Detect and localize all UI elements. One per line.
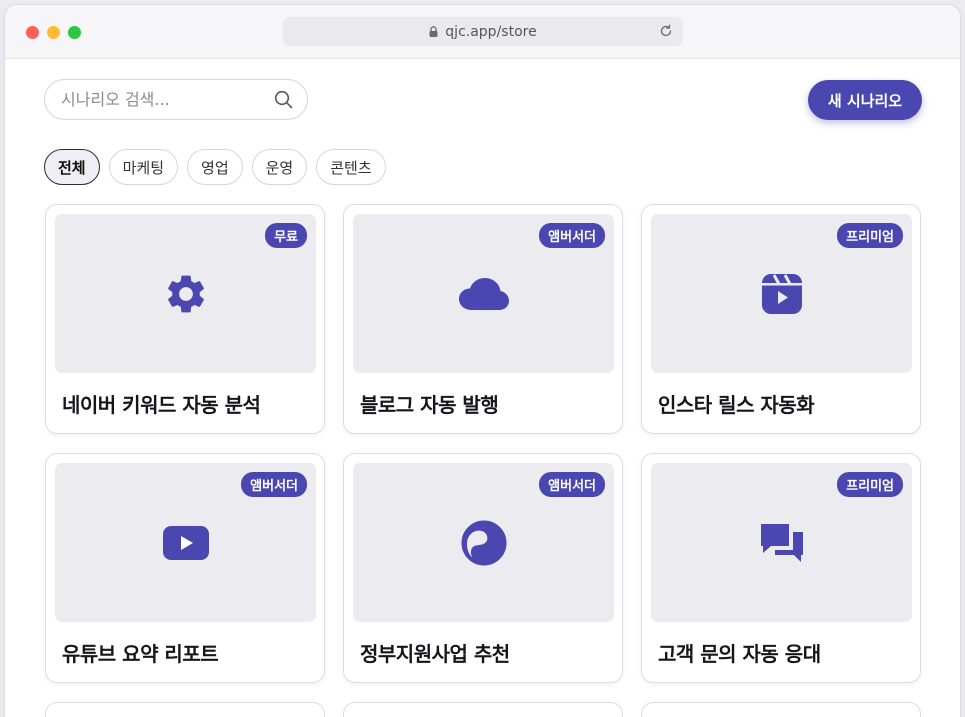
new-scenario-button[interactable]: 새 시나리오 [808,80,922,120]
category-filter-bar: 전체 마케팅 영업 운영 콘텐츠 [44,149,386,185]
reload-icon[interactable] [659,24,673,38]
card-title: 유튜브 요약 리포트 [62,642,219,666]
scenario-card[interactable]: 앰버서더 정부지원사업 추천 [343,453,623,683]
filter-chip-operations[interactable]: 운영 [251,149,308,185]
card-thumbnail: 앰버서더 [55,463,316,622]
url-text: qjc.app/store [445,23,537,40]
chat-bubbles-icon [760,523,803,562]
tier-badge: 앰버서더 [539,223,605,248]
scenario-card-partial[interactable] [641,702,921,717]
card-thumbnail: 앰버서더 [353,463,614,622]
search-input[interactable] [61,80,261,119]
browser-window: qjc.app/store 새 시나리오 전체 마케팅 영업 운영 콘텐츠 무료 [5,5,960,717]
close-window-button[interactable] [26,26,39,39]
reels-icon [761,273,802,314]
card-title: 정부지원사업 추천 [360,642,510,666]
maximize-window-button[interactable] [68,26,81,39]
tier-badge: 앰버서더 [241,472,307,497]
scenario-card[interactable]: 앰버서더 블로그 자동 발행 [343,204,623,434]
card-title: 블로그 자동 발행 [360,393,499,417]
filter-chip-marketing[interactable]: 마케팅 [108,149,179,185]
card-thumbnail: 프리미엄 [651,214,912,373]
scenario-card-partial[interactable] [343,702,623,717]
address-bar[interactable]: qjc.app/store [283,17,683,46]
scenario-card[interactable]: 무료 네이버 키워드 자동 분석 [45,204,325,434]
scenario-card[interactable]: 프리미엄 고객 문의 자동 응대 [641,453,921,683]
minimize-window-button[interactable] [47,26,60,39]
card-thumbnail: 무료 [55,214,316,373]
search-icon[interactable] [274,90,293,109]
card-thumbnail: 앰버서더 [353,214,614,373]
browser-titlebar: qjc.app/store [5,5,960,59]
scenario-card-partial[interactable] [45,702,325,717]
lock-icon [429,26,438,37]
gear-icon [167,275,204,312]
card-title: 인스타 릴스 자동화 [658,393,815,417]
filter-chip-content[interactable]: 콘텐츠 [316,149,386,185]
card-thumbnail: 프리미엄 [651,463,912,622]
youtube-icon [162,525,209,560]
tier-badge: 프리미엄 [837,223,903,248]
filter-chip-all[interactable]: 전체 [44,149,100,185]
tier-badge: 프리미엄 [837,472,903,497]
card-title: 고객 문의 자동 응대 [658,642,821,666]
search-box [44,79,308,120]
tier-badge: 무료 [265,223,307,248]
filter-chip-sales[interactable]: 영업 [187,149,243,185]
tier-badge: 앰버서더 [539,472,605,497]
scenario-card[interactable]: 프리미엄 인스타 릴스 자동화 [641,204,921,434]
cloud-icon [458,277,509,310]
card-title: 네이버 키워드 자동 분석 [62,393,261,417]
government-emblem-icon [461,520,506,565]
scenario-card[interactable]: 앰버서더 유튜브 요약 리포트 [45,453,325,683]
